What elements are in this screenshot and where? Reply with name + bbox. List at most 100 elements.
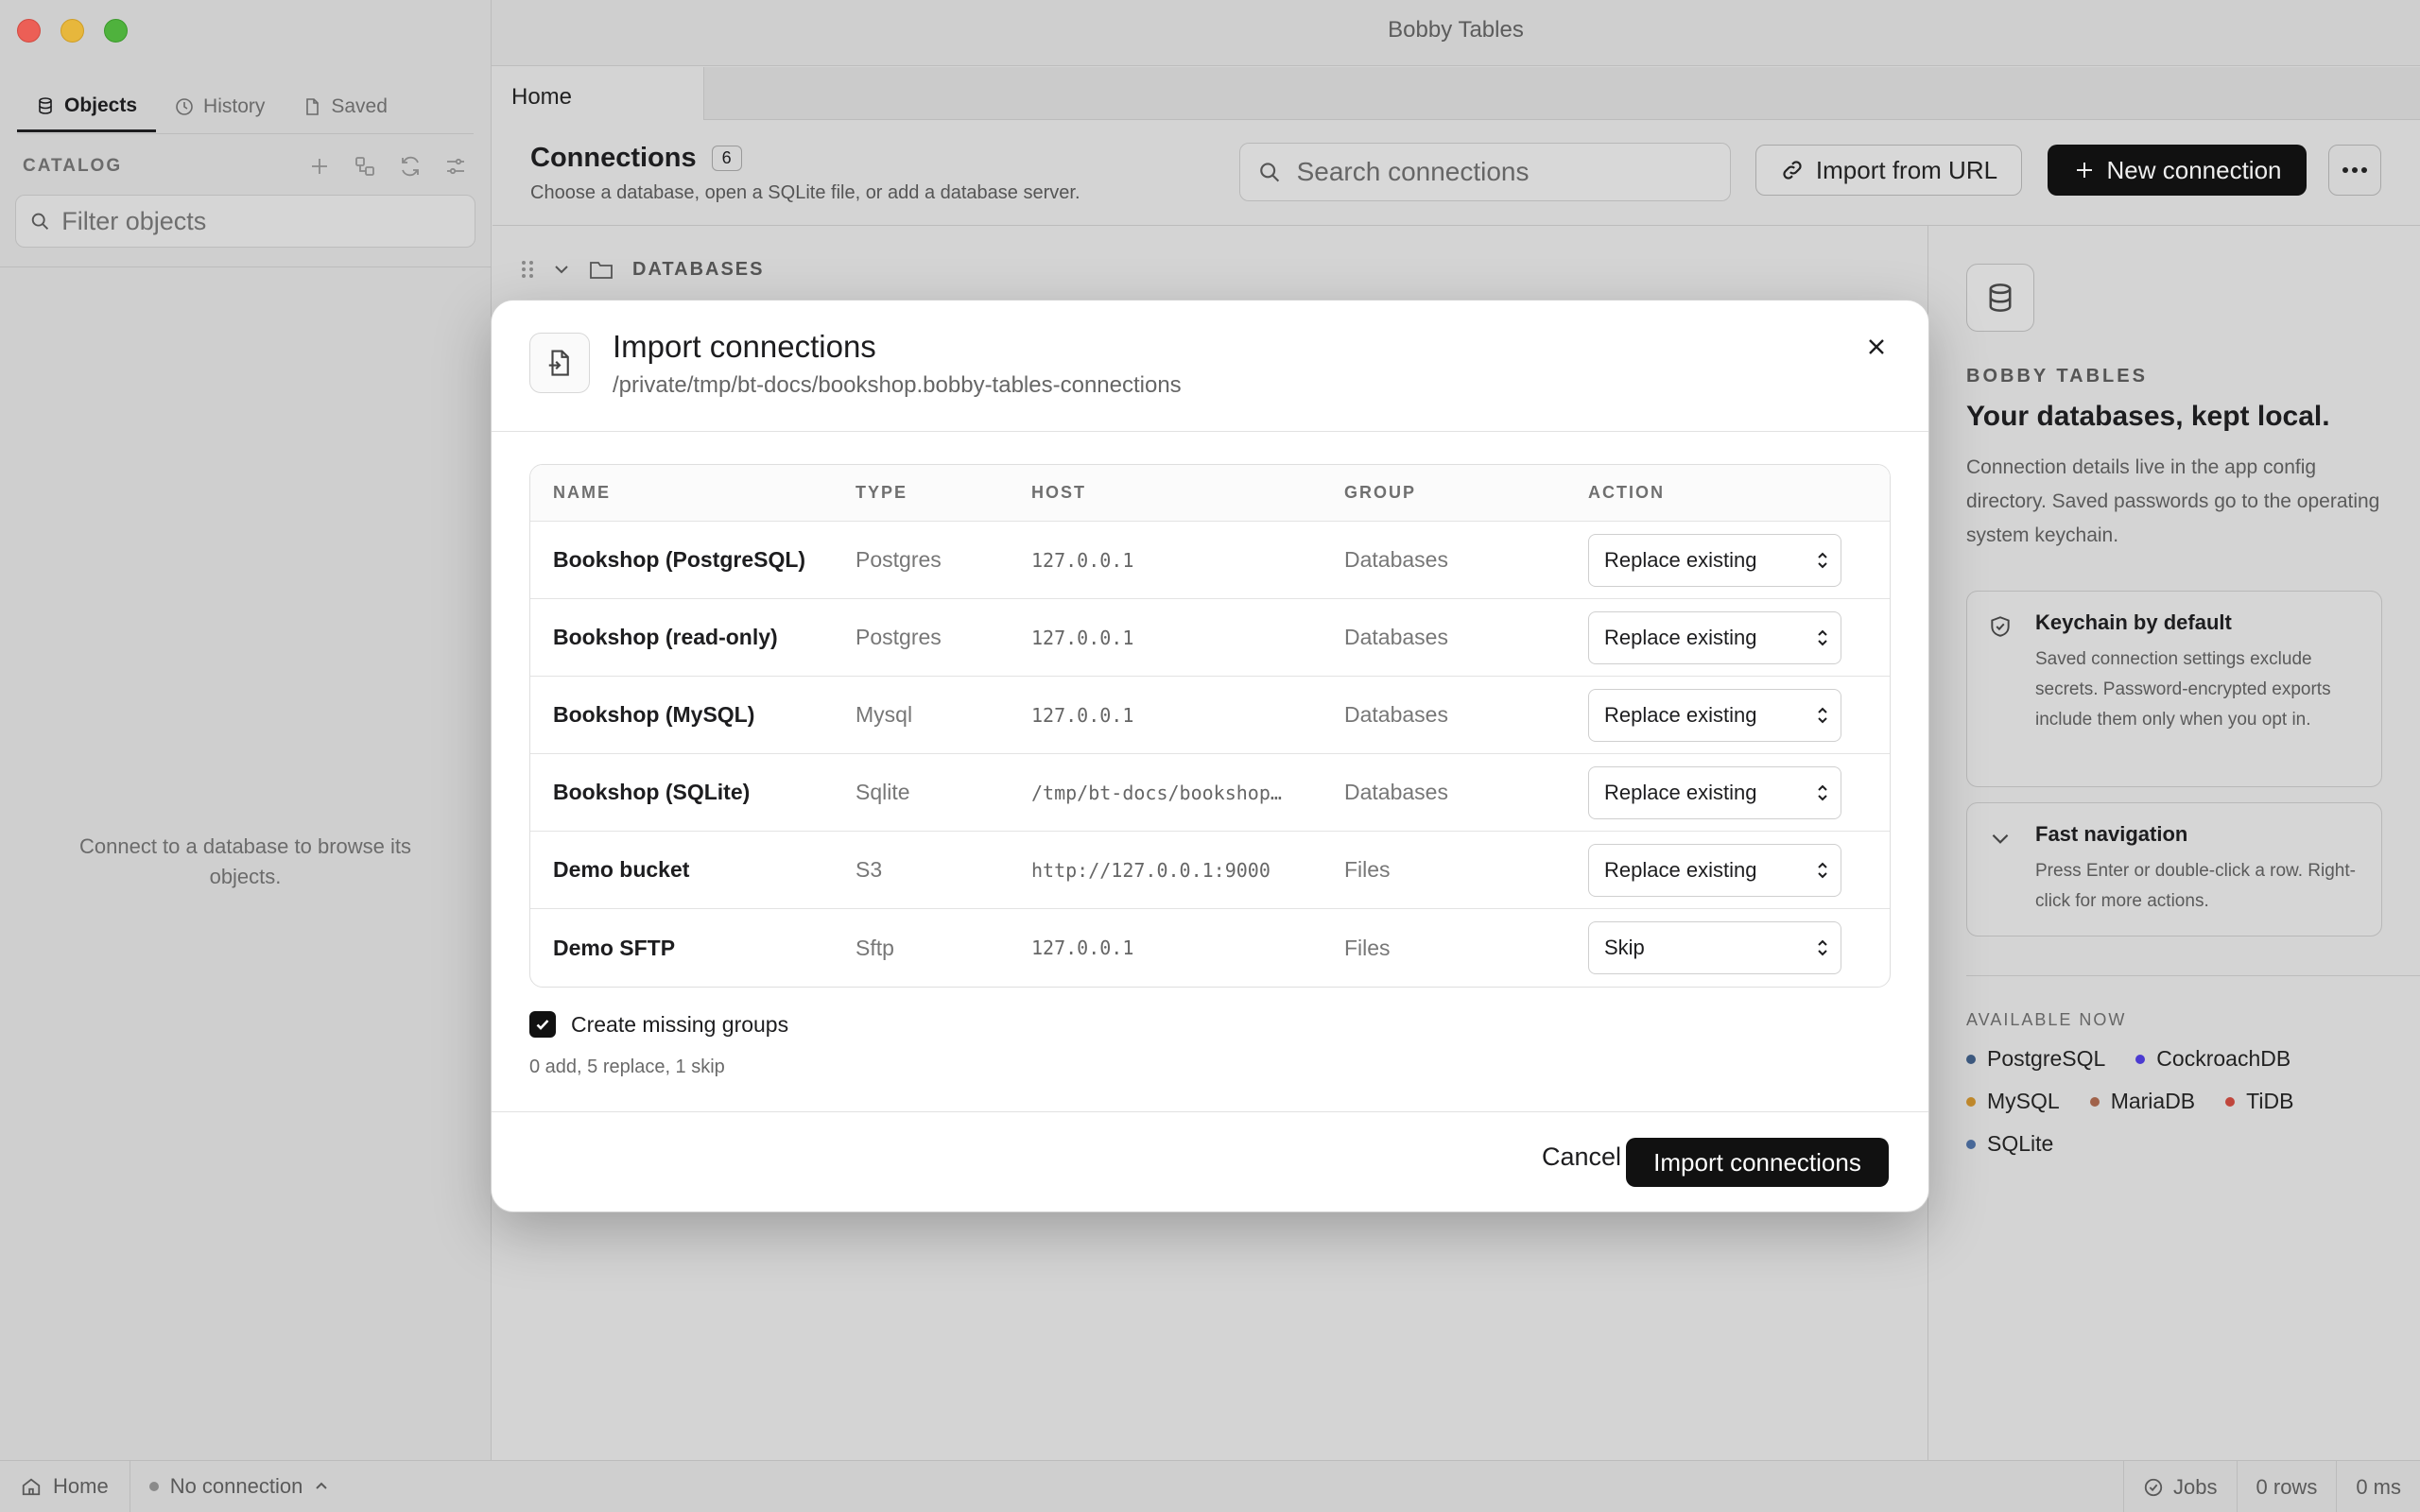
connection-selector[interactable]: No connection — [130, 1474, 349, 1499]
connections-header: Connections 6 Choose a database, open a … — [493, 120, 2420, 226]
status-dot — [2089, 1096, 2100, 1107]
sidebar: Objects History Saved CATALOG Connect to… — [0, 0, 492, 1460]
jobs-label: Jobs — [2173, 1474, 2218, 1499]
table-row: Bookshop (PostgreSQL) Postgres 127.0.0.1… — [530, 522, 1890, 599]
plus-icon — [2076, 163, 2092, 178]
status-dot — [1966, 1139, 1976, 1149]
create-groups-label: Create missing groups — [571, 1011, 789, 1037]
plus-icon[interactable] — [307, 154, 332, 179]
fast-navigation-title: Fast navigation — [2035, 822, 2188, 846]
shield-icon — [1991, 616, 2010, 637]
import-connections-button[interactable]: Import connections — [1626, 1138, 1889, 1187]
tab-home[interactable]: Home — [493, 67, 704, 120]
action-select[interactable]: Replace existing — [1588, 765, 1841, 819]
action-select[interactable]: Replace existing — [1588, 610, 1841, 664]
import-from-url-label: Import from URL — [1815, 155, 1998, 184]
refresh-icon[interactable] — [398, 154, 423, 179]
db-item-tidb: TiDB — [2225, 1089, 2293, 1114]
db-item-sqlite: SQLite — [1966, 1131, 2053, 1157]
chevron-updown-icon — [1818, 552, 1827, 568]
app-logo — [1966, 264, 2034, 332]
dialog-file-path: /private/tmp/bt-docs/bookshop.bobby-tabl… — [613, 372, 1182, 398]
close-dialog-button[interactable] — [1860, 331, 1893, 363]
import-from-url-button[interactable]: Import from URL — [1755, 145, 2022, 196]
new-connection-button[interactable]: New connection — [2048, 145, 2307, 196]
database-icon — [39, 96, 52, 114]
database-icon — [1989, 284, 2012, 312]
keychain-card: Keychain by default Saved connection set… — [1966, 591, 2382, 787]
keychain-card-title: Keychain by default — [2035, 610, 2232, 634]
more-options-button[interactable] — [2328, 145, 2381, 196]
page-title: Connections — [530, 143, 697, 173]
db-item-mariadb: MariaDB — [2089, 1089, 2195, 1114]
filter-objects-field[interactable] — [15, 195, 475, 248]
fast-navigation-text: Press Enter or double-click a row. Right… — [2035, 861, 2356, 911]
connection-status-label: No connection — [169, 1474, 303, 1498]
status-dot — [2225, 1096, 2236, 1107]
drag-handle-icon[interactable] — [521, 259, 534, 280]
db-item-mysql: MySQL — [1966, 1089, 2060, 1114]
more-icon — [2342, 167, 2367, 173]
table-row: Bookshop (SQLite) Sqlite /tmp/bt-docs/bo… — [530, 754, 1890, 832]
sidebar-empty-message: Connect to a database to browse its obje… — [79, 834, 411, 888]
tab-history[interactable]: History — [156, 81, 284, 132]
link-icon — [1783, 161, 1802, 180]
status-dot — [1966, 1054, 1976, 1064]
brand-label: BOBBY TABLES — [1966, 366, 2148, 387]
action-select[interactable]: Replace existing — [1588, 688, 1841, 742]
db-item-postgresql: PostgreSQL — [1966, 1046, 2105, 1072]
schema-icon[interactable] — [353, 154, 377, 179]
window-maximize-button[interactable] — [104, 19, 128, 43]
close-icon — [1869, 339, 1884, 354]
row-count: 0 rows — [2236, 1461, 2337, 1512]
action-select[interactable]: Replace existing — [1588, 843, 1841, 897]
create-missing-groups[interactable]: Create missing groups — [529, 1011, 788, 1038]
column-header-group: GROUP — [1344, 483, 1417, 502]
check-circle-icon — [2144, 1478, 2163, 1496]
import-connections-dialog: Import connections /private/tmp/bt-docs/… — [491, 300, 1929, 1212]
search-connections-field[interactable] — [1239, 143, 1731, 201]
chevron-updown-icon — [1818, 707, 1827, 723]
window-close-button[interactable] — [17, 19, 41, 43]
timing: 0 ms — [2336, 1461, 2420, 1512]
tab-objects[interactable]: Objects — [17, 81, 157, 132]
statusbar-home-button[interactable]: Home — [0, 1460, 130, 1512]
checkmark-icon — [536, 1020, 549, 1030]
folder-icon — [590, 262, 613, 279]
chevron-updown-icon — [1818, 939, 1827, 956]
page-subtitle: Choose a database, open a SQLite file, o… — [530, 182, 1080, 203]
statusbar-home-label: Home — [53, 1474, 109, 1498]
sliders-icon[interactable] — [443, 154, 468, 179]
home-icon — [22, 1478, 41, 1496]
available-databases-list: PostgreSQL CockroachDB MySQL MariaDB TiD… — [1966, 1046, 2382, 1157]
table-row: Demo bucket S3 http://127.0.0.1:9000 Fil… — [530, 832, 1890, 909]
document-icon — [306, 98, 320, 115]
group-label: DATABASES — [632, 258, 765, 280]
action-select[interactable]: Replace existing — [1588, 533, 1841, 587]
action-select[interactable]: Skip — [1588, 921, 1841, 974]
window-minimize-button[interactable] — [60, 19, 84, 43]
search-icon — [31, 213, 49, 230]
catalog-label: CATALOG — [23, 156, 123, 176]
status-bar: Home No connection Jobs 0 rows 0 ms — [0, 1460, 2420, 1512]
search-icon — [1260, 163, 1280, 182]
connection-count-badge: 6 — [711, 146, 742, 171]
chevron-up-icon — [316, 1482, 328, 1489]
tab-objects-label: Objects — [64, 94, 138, 116]
db-item-cockroachdb: CockroachDB — [2135, 1046, 2290, 1072]
tab-history-label: History — [203, 95, 266, 117]
filter-objects-input[interactable] — [61, 206, 461, 236]
new-connection-label: New connection — [2106, 155, 2282, 184]
tab-saved[interactable]: Saved — [284, 81, 406, 132]
search-connections-input[interactable] — [1296, 157, 1713, 187]
table-header: NAME TYPE HOST GROUP ACTION — [530, 465, 1890, 522]
create-groups-checkbox[interactable] — [529, 1011, 556, 1038]
chevron-down-icon[interactable] — [553, 261, 570, 278]
chevron-down-icon — [1992, 833, 2009, 844]
keychain-card-text: Saved connection settings exclude secret… — [2035, 649, 2331, 730]
column-header-action: ACTION — [1588, 483, 1665, 502]
clock-icon — [176, 98, 193, 115]
jobs-button[interactable]: Jobs — [2123, 1461, 2236, 1512]
catalog-header: CATALOG — [23, 151, 468, 181]
chevron-updown-icon — [1818, 862, 1827, 878]
